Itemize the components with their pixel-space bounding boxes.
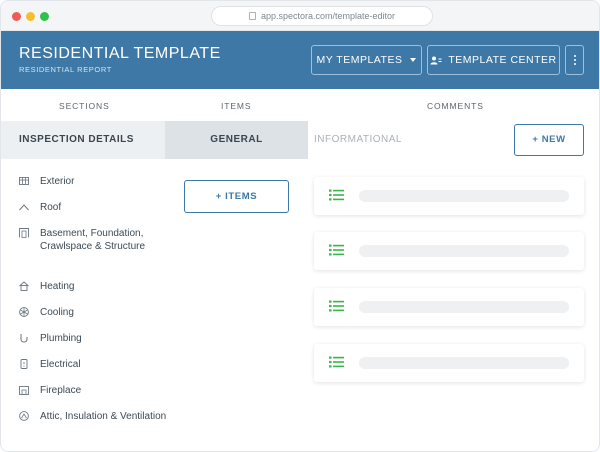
page-title: RESIDENTIAL TEMPLATE bbox=[19, 45, 221, 62]
browser-chrome: app.spectora.com/template-editor bbox=[1, 1, 599, 31]
sections-column-header: SECTIONS bbox=[59, 101, 110, 111]
sidebar-item-label: Roof bbox=[40, 202, 62, 213]
comment-placeholder bbox=[359, 357, 569, 369]
comment-placeholder bbox=[359, 245, 569, 257]
attic-icon bbox=[19, 411, 29, 421]
caret-down-icon bbox=[410, 58, 417, 62]
users-icon bbox=[430, 56, 442, 65]
page-icon bbox=[248, 12, 256, 20]
electrical-icon bbox=[20, 359, 28, 369]
app-header: RESIDENTIAL TEMPLATE RESIDENTIAL REPORT … bbox=[1, 31, 599, 89]
section-inspection-details[interactable]: INSPECTION DETAILS bbox=[1, 121, 165, 159]
new-comment-button[interactable]: + NEW bbox=[514, 124, 584, 156]
comment-card[interactable] bbox=[314, 344, 584, 382]
address-bar[interactable]: app.spectora.com/template-editor bbox=[211, 6, 433, 26]
sidebar-item-label: Electrical bbox=[40, 359, 81, 370]
sidebar-item-label: Heating bbox=[40, 281, 75, 292]
add-items-button[interactable]: + ITEMS bbox=[184, 180, 289, 213]
comment-card[interactable] bbox=[314, 177, 584, 215]
my-templates-button[interactable]: MY TEMPLATES bbox=[311, 45, 422, 75]
comment-placeholder bbox=[359, 190, 569, 202]
roof-icon bbox=[19, 204, 29, 211]
my-templates-label: MY TEMPLATES bbox=[316, 54, 403, 66]
close-window-dot[interactable] bbox=[12, 12, 21, 21]
sidebar-item-label: Cooling bbox=[40, 307, 74, 318]
kebab-menu-icon bbox=[574, 55, 576, 57]
comment-placeholder bbox=[359, 301, 569, 313]
template-center-label: TEMPLATE CENTER bbox=[448, 54, 557, 66]
more-options-button[interactable] bbox=[565, 45, 584, 75]
list-icon bbox=[329, 244, 344, 256]
template-center-button[interactable]: TEMPLATE CENTER bbox=[427, 45, 560, 75]
page-subtitle: RESIDENTIAL REPORT bbox=[19, 65, 112, 74]
sidebar-item-label: Fireplace bbox=[40, 385, 82, 396]
items-column-header: ITEMS bbox=[221, 101, 252, 111]
cooling-icon bbox=[19, 307, 29, 317]
list-icon bbox=[329, 300, 344, 312]
url-text: app.spectora.com/template-editor bbox=[260, 11, 396, 21]
sidebar-item-label: Basement, Foundation, Crawlspace & Struc… bbox=[40, 228, 146, 252]
comment-card[interactable] bbox=[314, 288, 584, 326]
item-general[interactable]: GENERAL bbox=[165, 121, 308, 159]
sidebar-item-label: Plumbing bbox=[40, 333, 82, 344]
sidebar-item-label: Attic, Insulation & Ventilation bbox=[40, 411, 167, 422]
minimize-window-dot[interactable] bbox=[26, 12, 35, 21]
sidebar-item-label: Exterior bbox=[40, 176, 75, 187]
plumbing-icon bbox=[20, 334, 28, 343]
fireplace-icon bbox=[19, 386, 29, 395]
list-icon bbox=[329, 189, 344, 201]
list-icon bbox=[329, 356, 344, 368]
heating-icon bbox=[19, 281, 29, 291]
maximize-window-dot[interactable] bbox=[40, 12, 49, 21]
basement-icon bbox=[19, 228, 29, 238]
comment-card[interactable] bbox=[314, 232, 584, 270]
exterior-icon bbox=[19, 177, 29, 185]
comments-column-header: COMMENTS bbox=[427, 101, 484, 111]
app-window: app.spectora.com/template-editor RESIDEN… bbox=[0, 0, 600, 452]
tab-informational[interactable]: INFORMATIONAL bbox=[314, 121, 402, 159]
